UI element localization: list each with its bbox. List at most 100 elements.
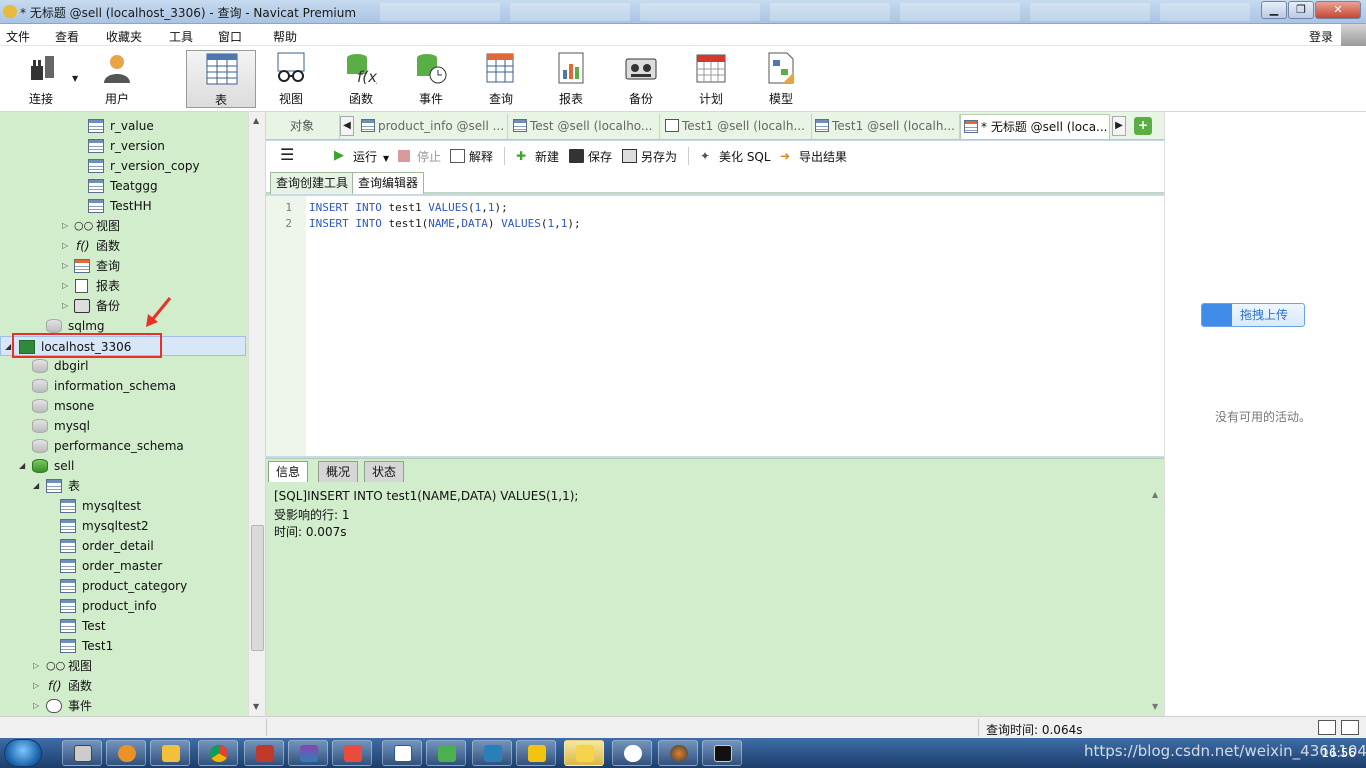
layout-toggle-right-button[interactable] xyxy=(1341,720,1359,735)
tree-node-db[interactable]: msone xyxy=(0,396,248,416)
save-as-button[interactable]: 另存为 xyxy=(622,148,677,165)
collapse-arrow-icon[interactable]: ◢ xyxy=(33,476,39,496)
expand-arrow-icon[interactable]: ▷ xyxy=(33,696,39,716)
hamburger-menu-icon[interactable]: ☰ xyxy=(280,147,294,163)
tool-user[interactable]: 用户 xyxy=(86,50,148,108)
tool-view[interactable]: 视图 xyxy=(260,50,322,108)
tree-node-db[interactable]: dbgirl xyxy=(0,356,248,376)
new-tab-icon[interactable]: + xyxy=(1134,117,1152,135)
background-window-tab[interactable] xyxy=(640,3,760,21)
tree-node-db[interactable]: information_schema xyxy=(0,376,248,396)
avatar[interactable] xyxy=(1341,24,1366,46)
taskbar-app[interactable] xyxy=(150,740,190,766)
taskbar-app[interactable] xyxy=(62,740,102,766)
code-line[interactable]: INSERT INTO test1(NAME,DATA) VALUES(1,1)… xyxy=(309,217,581,230)
expand-arrow-icon[interactable]: ▷ xyxy=(62,296,68,316)
taskbar-app[interactable] xyxy=(106,740,146,766)
tree-node-db-sell[interactable]: ◢ sell xyxy=(0,456,248,476)
tab-query-builder[interactable]: 查询创建工具 xyxy=(270,172,355,194)
tree-node[interactable]: mysqltest2 xyxy=(0,516,248,536)
tree-node-functions[interactable]: ▷ f() 函数 xyxy=(0,236,248,256)
background-window-tab[interactable] xyxy=(510,3,630,21)
tree-node[interactable]: order_detail xyxy=(0,536,248,556)
tree-node[interactable]: TestHH xyxy=(0,196,248,216)
taskbar-app[interactable] xyxy=(198,740,238,766)
tree-scrollbar[interactable]: ▲ ▼ xyxy=(248,112,265,716)
tab-untitled-query[interactable]: * 无标题 @sell (loca... xyxy=(960,114,1110,139)
taskbar-app[interactable] xyxy=(516,740,556,766)
taskbar-app[interactable] xyxy=(244,740,284,766)
taskbar-app[interactable] xyxy=(426,740,466,766)
chevron-down-icon[interactable]: ▼ xyxy=(383,154,389,163)
tree-node-tables[interactable]: ◢ 表 xyxy=(0,476,248,496)
scrollbar-thumb[interactable] xyxy=(251,525,264,651)
tool-schedule[interactable]: 计划 xyxy=(680,50,742,108)
maximize-button[interactable]: ❐ xyxy=(1288,1,1314,19)
taskbar-app-active[interactable] xyxy=(564,740,604,766)
taskbar-app[interactable] xyxy=(288,740,328,766)
tool-query[interactable]: 查询 xyxy=(470,50,532,108)
tab-test1-design[interactable]: Test1 @sell (localh... xyxy=(662,114,812,139)
tree-node[interactable]: r_value xyxy=(0,116,248,136)
tree-node[interactable]: product_category xyxy=(0,576,248,596)
menu-tools[interactable]: 工具 xyxy=(169,28,193,45)
expand-arrow-icon[interactable]: ▷ xyxy=(33,656,39,676)
drag-upload-button[interactable]: 拖拽上传 xyxy=(1201,303,1305,327)
tree-node[interactable]: mysqltest xyxy=(0,496,248,516)
tab-test[interactable]: Test @sell (localho... xyxy=(510,114,660,139)
expand-arrow-icon[interactable]: ▷ xyxy=(62,256,68,276)
close-button[interactable]: ✕ xyxy=(1315,1,1361,19)
sql-editor[interactable]: 1 2 INSERT INTO test1 VALUES(1,1); INSER… xyxy=(266,196,1164,456)
expand-arrow-icon[interactable]: ▷ xyxy=(33,676,39,696)
tab-objects[interactable]: 对象 xyxy=(270,114,340,139)
tree-node-views[interactable]: ▷ ○○ 视图 xyxy=(0,656,248,676)
run-button[interactable]: ▶ 运行 ▼ xyxy=(334,148,389,165)
layout-toggle-left-button[interactable] xyxy=(1318,720,1336,735)
tab-product-info[interactable]: product_info @sell ... xyxy=(358,114,508,139)
tool-table[interactable]: 表 xyxy=(186,50,256,108)
tree-node[interactable]: r_version xyxy=(0,136,248,156)
tree-node[interactable]: Test xyxy=(0,616,248,636)
tree-node[interactable]: order_master xyxy=(0,556,248,576)
tree-node-db[interactable]: performance_schema xyxy=(0,436,248,456)
new-query-button[interactable]: ✚ 新建 xyxy=(516,148,559,165)
tree-node-events[interactable]: ▷ 事件 xyxy=(0,696,248,716)
tree-node-queries[interactable]: ▷ 查询 xyxy=(0,256,248,276)
tree-node[interactable]: r_version_copy xyxy=(0,156,248,176)
tab-query-editor[interactable]: 查询编辑器 xyxy=(352,172,425,194)
export-results-button[interactable]: ➜ 导出结果 xyxy=(780,148,847,165)
tree-node[interactable]: Test1 xyxy=(0,636,248,656)
menu-view[interactable]: 查看 xyxy=(55,28,79,45)
collapse-arrow-icon[interactable]: ◢ xyxy=(19,456,25,476)
background-window-tab[interactable] xyxy=(770,3,890,21)
expand-arrow-icon[interactable]: ▷ xyxy=(62,236,68,256)
tab-status[interactable]: 状态 xyxy=(364,461,405,483)
tree-node-functions[interactable]: ▷ f() 函数 xyxy=(0,676,248,696)
windows-start-button[interactable] xyxy=(4,739,42,767)
tab-scroll-left-icon[interactable]: ◀ xyxy=(340,116,354,136)
tree-node-reports[interactable]: ▷ 报表 xyxy=(0,276,248,296)
tool-model[interactable]: 模型 xyxy=(750,50,812,108)
tool-connect[interactable]: 连接 ▼ xyxy=(10,50,78,108)
tree-node-views[interactable]: ▷ ○○ 视图 xyxy=(0,216,248,236)
background-window-tab[interactable] xyxy=(1030,3,1150,21)
taskbar-app[interactable] xyxy=(702,740,742,766)
collapse-arrow-icon[interactable]: ◢ xyxy=(5,337,11,357)
background-window-tab[interactable] xyxy=(900,3,1020,21)
minimize-button[interactable]: ▁ xyxy=(1261,1,1287,19)
stop-button[interactable]: 停止 xyxy=(398,148,441,165)
tab-info[interactable]: 信息 xyxy=(268,461,309,483)
info-scrollbar[interactable]: ▲ ▼ xyxy=(1148,488,1164,714)
beautify-sql-button[interactable]: ✦ 美化 SQL xyxy=(700,148,771,165)
taskbar-app[interactable] xyxy=(382,740,422,766)
tool-function[interactable]: f(x) 函数 xyxy=(330,50,392,108)
taskbar-app[interactable] xyxy=(612,740,652,766)
tool-event[interactable]: 事件 xyxy=(400,50,462,108)
tool-report[interactable]: 报表 xyxy=(540,50,602,108)
login-link[interactable]: 登录 xyxy=(1309,28,1333,45)
scroll-up-icon[interactable]: ▲ xyxy=(1152,490,1158,499)
scroll-down-icon[interactable]: ▼ xyxy=(253,702,259,711)
scroll-up-icon[interactable]: ▲ xyxy=(253,116,259,125)
taskbar-app[interactable] xyxy=(332,740,372,766)
taskbar-app[interactable] xyxy=(658,740,698,766)
